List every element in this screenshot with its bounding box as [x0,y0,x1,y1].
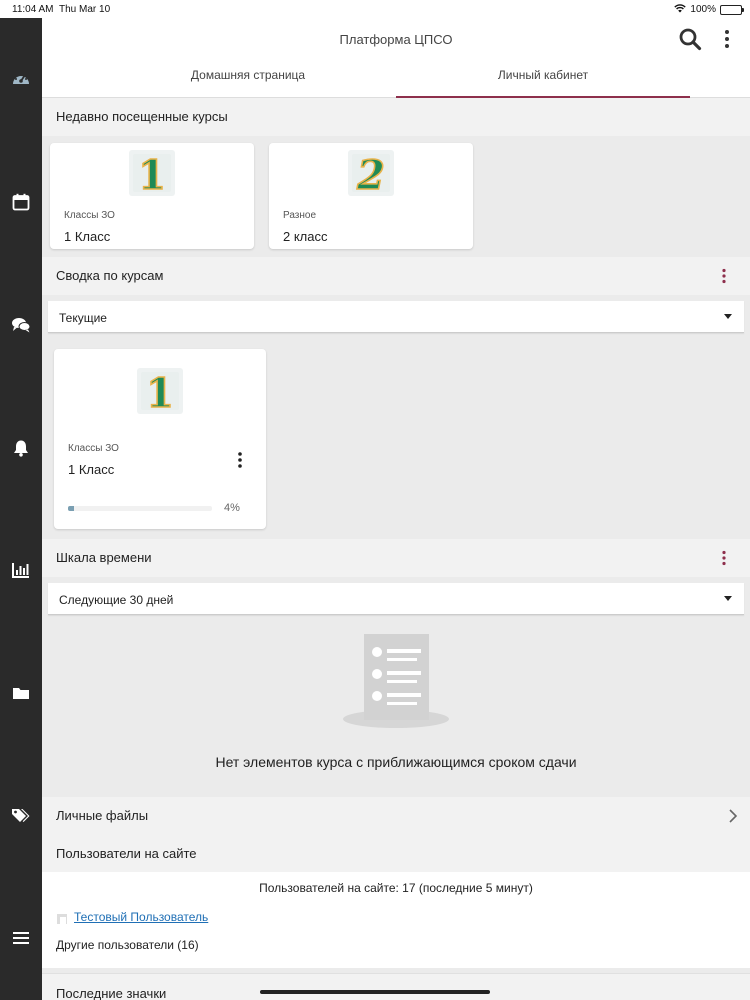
online-user-link[interactable]: Тестовый Пользователь [74,910,208,924]
online-users-header: Пользователи на сайте [42,835,750,873]
timeline-header: Шкала времени [42,539,750,577]
course-menu-icon[interactable] [234,451,246,469]
chart-icon[interactable] [11,560,31,580]
course-number-2-icon: 2 [347,149,395,200]
latest-badges-title: Последние значки [56,986,167,1000]
course-number-1-icon: 1 [136,367,184,418]
course-name[interactable]: 1 Класс [68,462,114,477]
course-number-1: 1 [146,370,174,415]
menu-icon[interactable] [11,928,31,948]
recent-courses-title: Недавно посещенные курсы [56,109,228,124]
latest-badges-header: Последние значки [42,973,750,1000]
app-bar: Платформа ЦПСО Домашняя страница Личный … [42,18,750,98]
course-overview-header: Сводка по курсам [42,257,750,295]
course-overview-title: Сводка по курсам [56,268,164,283]
timeline-filter-value: Следующие 30 дней [59,593,174,607]
online-users-title: Пользователи на сайте [56,846,197,861]
status-date: Thu Mar 10 [59,4,111,15]
recent-course-card[interactable]: 2 Разное 2 класс [269,143,473,249]
timeline-filter-select[interactable]: Следующие 30 дней [48,583,744,615]
course-number-1-icon: 1 [128,149,176,200]
course-overview-card[interactable]: 1 Классы ЗО 1 Класс 4% [54,349,266,529]
folder-icon[interactable] [11,683,31,703]
status-time: 11:04 AM [12,4,54,15]
course-number-2: 2 [356,152,385,197]
private-files-label: Личные файлы [56,808,149,823]
status-right: 100% [674,3,744,16]
sidebar [0,18,42,1000]
course-progress-bar [68,506,212,511]
tag-icon[interactable] [11,805,31,825]
calendar-icon[interactable] [11,192,31,212]
tab-home[interactable]: Домашняя страница [142,68,354,98]
course-filter-value: Текущие [59,311,107,325]
course-overview-menu-icon[interactable] [718,268,730,284]
course-name[interactable]: 1 Класс [64,229,110,244]
course-progress-text: 4% [224,502,240,514]
status-bar: 11:04 AM Thu Mar 10 100% [0,0,750,18]
chevron-right-icon [728,809,738,823]
timeline-empty-text: Нет элементов курса с приближающимся сро… [215,754,577,770]
course-name[interactable]: 2 класс [283,229,328,244]
course-category: Классы ЗО [68,443,119,454]
bell-icon[interactable] [11,438,31,458]
course-number-1: 1 [138,152,166,197]
battery-icon [720,4,744,15]
more-options-icon[interactable] [720,29,734,49]
chevron-down-icon [724,314,732,319]
course-category: Разное [283,210,317,221]
search-icon[interactable] [678,27,702,51]
timeline-empty-state: Нет элементов курса с приближающимся сро… [42,624,750,796]
main-content: Платформа ЦПСО Домашняя страница Личный … [42,18,750,1000]
online-users-block: Пользователей на сайте: 17 (последние 5 … [42,872,750,968]
course-progress-fill [68,506,74,511]
recent-course-card[interactable]: 1 Классы ЗО 1 Класс [50,143,254,249]
online-users-count: Пользователей на сайте: 17 (последние 5 … [259,881,533,895]
recent-courses-header: Недавно посещенные курсы [42,98,750,136]
private-files-row[interactable]: Личные файлы [42,797,750,835]
other-users-text: Другие пользователи (16) [56,938,199,952]
tab-dashboard[interactable]: Личный кабинет [396,68,690,98]
course-category: Классы ЗО [64,210,115,221]
course-filter-select[interactable]: Текущие [48,301,744,333]
battery-percent: 100% [690,4,716,15]
wifi-icon [674,3,687,16]
chat-icon[interactable] [11,315,31,335]
dashboard-icon[interactable] [11,68,31,88]
timeline-menu-icon[interactable] [718,550,730,566]
home-indicator[interactable] [260,990,490,994]
avatar [56,912,68,925]
chevron-down-icon [724,596,732,601]
empty-list-icon [341,634,451,729]
timeline-title: Шкала времени [56,550,152,565]
page-title: Платформа ЦПСО [339,32,453,47]
